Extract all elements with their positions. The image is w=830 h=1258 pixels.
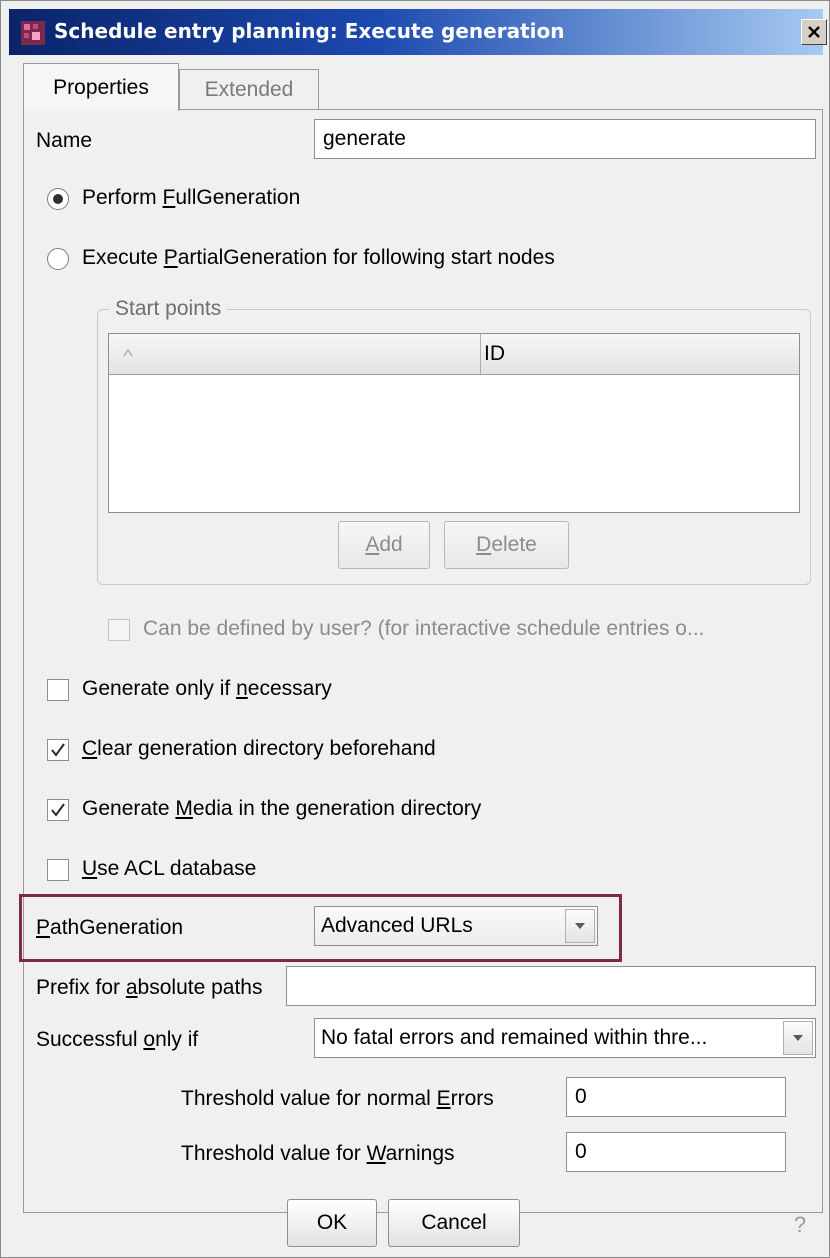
- ok-button[interactable]: OK: [287, 1199, 377, 1247]
- generate-media-checkbox[interactable]: [47, 799, 69, 821]
- prefix-paths-label: Prefix for absolute paths: [36, 976, 263, 999]
- tab-properties-label: Properties: [53, 75, 149, 99]
- user-defined-checkbox[interactable]: [108, 619, 130, 641]
- column-header-name[interactable]: [109, 334, 481, 374]
- radio-selected-dot: [53, 194, 63, 204]
- chevron-down-icon: [793, 1035, 803, 1041]
- threshold-warnings-label: Threshold value for Warnings: [181, 1142, 455, 1165]
- title-bar[interactable]: Schedule entry planning: Execute generat…: [9, 9, 827, 55]
- column-header-id[interactable]: ID: [482, 334, 798, 374]
- partial-generation-radio[interactable]: [47, 248, 69, 270]
- threshold-errors-label: Threshold value for normal Errors: [181, 1087, 494, 1110]
- threshold-errors-input[interactable]: 0: [566, 1077, 786, 1117]
- add-button[interactable]: Add: [338, 521, 430, 569]
- table-header: ID: [109, 334, 799, 375]
- delete-button[interactable]: Delete: [444, 521, 569, 569]
- ok-button-label: OK: [316, 1211, 348, 1234]
- partial-generation-label: Execute PartialGeneration for following …: [82, 246, 555, 269]
- start-points-title: Start points: [109, 297, 228, 321]
- help-button[interactable]: ?: [785, 1210, 815, 1240]
- use-acl-label: Use ACL database: [82, 857, 257, 880]
- close-icon: [808, 26, 820, 38]
- name-input[interactable]: generate: [314, 119, 816, 159]
- help-icon: ?: [793, 1212, 807, 1237]
- successful-only-if-select[interactable]: No fatal errors and remained within thre…: [314, 1018, 816, 1058]
- chevron-down-icon: [575, 923, 585, 929]
- path-generation-dropdown-button[interactable]: [565, 909, 595, 943]
- checkmark-icon: [51, 803, 65, 817]
- clear-directory-label: Clear generation directory beforehand: [82, 737, 436, 760]
- close-button[interactable]: [801, 19, 827, 45]
- tab-extended[interactable]: Extended: [179, 69, 319, 109]
- clear-directory-checkbox[interactable]: [47, 739, 69, 761]
- cancel-button[interactable]: Cancel: [388, 1199, 520, 1247]
- add-button-label: Add: [365, 533, 403, 556]
- successful-only-if-dropdown-button[interactable]: [783, 1021, 813, 1055]
- use-acl-checkbox[interactable]: [47, 859, 69, 881]
- window-title: Schedule entry planning: Execute generat…: [54, 19, 565, 43]
- successful-only-if-label: Successful only if: [36, 1028, 199, 1051]
- start-points-table[interactable]: ID: [108, 333, 800, 513]
- cancel-button-label: Cancel: [421, 1211, 487, 1234]
- successful-only-if-value: No fatal errors and remained within thre…: [321, 1026, 708, 1049]
- name-label: Name: [36, 129, 93, 152]
- path-generation-value: Advanced URLs: [321, 914, 473, 937]
- generate-if-necessary-checkbox[interactable]: [47, 679, 69, 701]
- path-generation-label: PathGeneration: [36, 916, 184, 939]
- threshold-warnings-input[interactable]: 0: [566, 1132, 786, 1172]
- app-icon: [21, 21, 45, 45]
- checkmark-icon: [51, 743, 65, 757]
- full-generation-label: Perform FullGeneration: [82, 186, 301, 209]
- generate-if-necessary-label: Generate only if necessary: [82, 677, 332, 700]
- tab-extended-label: Extended: [204, 77, 294, 101]
- generate-media-label: Generate Media in the generation directo…: [82, 797, 482, 820]
- prefix-paths-input[interactable]: [286, 966, 816, 1006]
- user-defined-label: Can be defined by user? (for interactive…: [143, 617, 705, 640]
- delete-button-label: Delete: [476, 533, 537, 556]
- sort-ascending-icon: [123, 349, 133, 357]
- tab-properties[interactable]: Properties: [23, 63, 179, 111]
- column-header-id-label: ID: [484, 342, 505, 365]
- full-generation-radio[interactable]: [47, 188, 69, 210]
- dialog-window: Schedule entry planning: Execute generat…: [0, 0, 830, 1258]
- path-generation-select[interactable]: Advanced URLs: [314, 906, 598, 946]
